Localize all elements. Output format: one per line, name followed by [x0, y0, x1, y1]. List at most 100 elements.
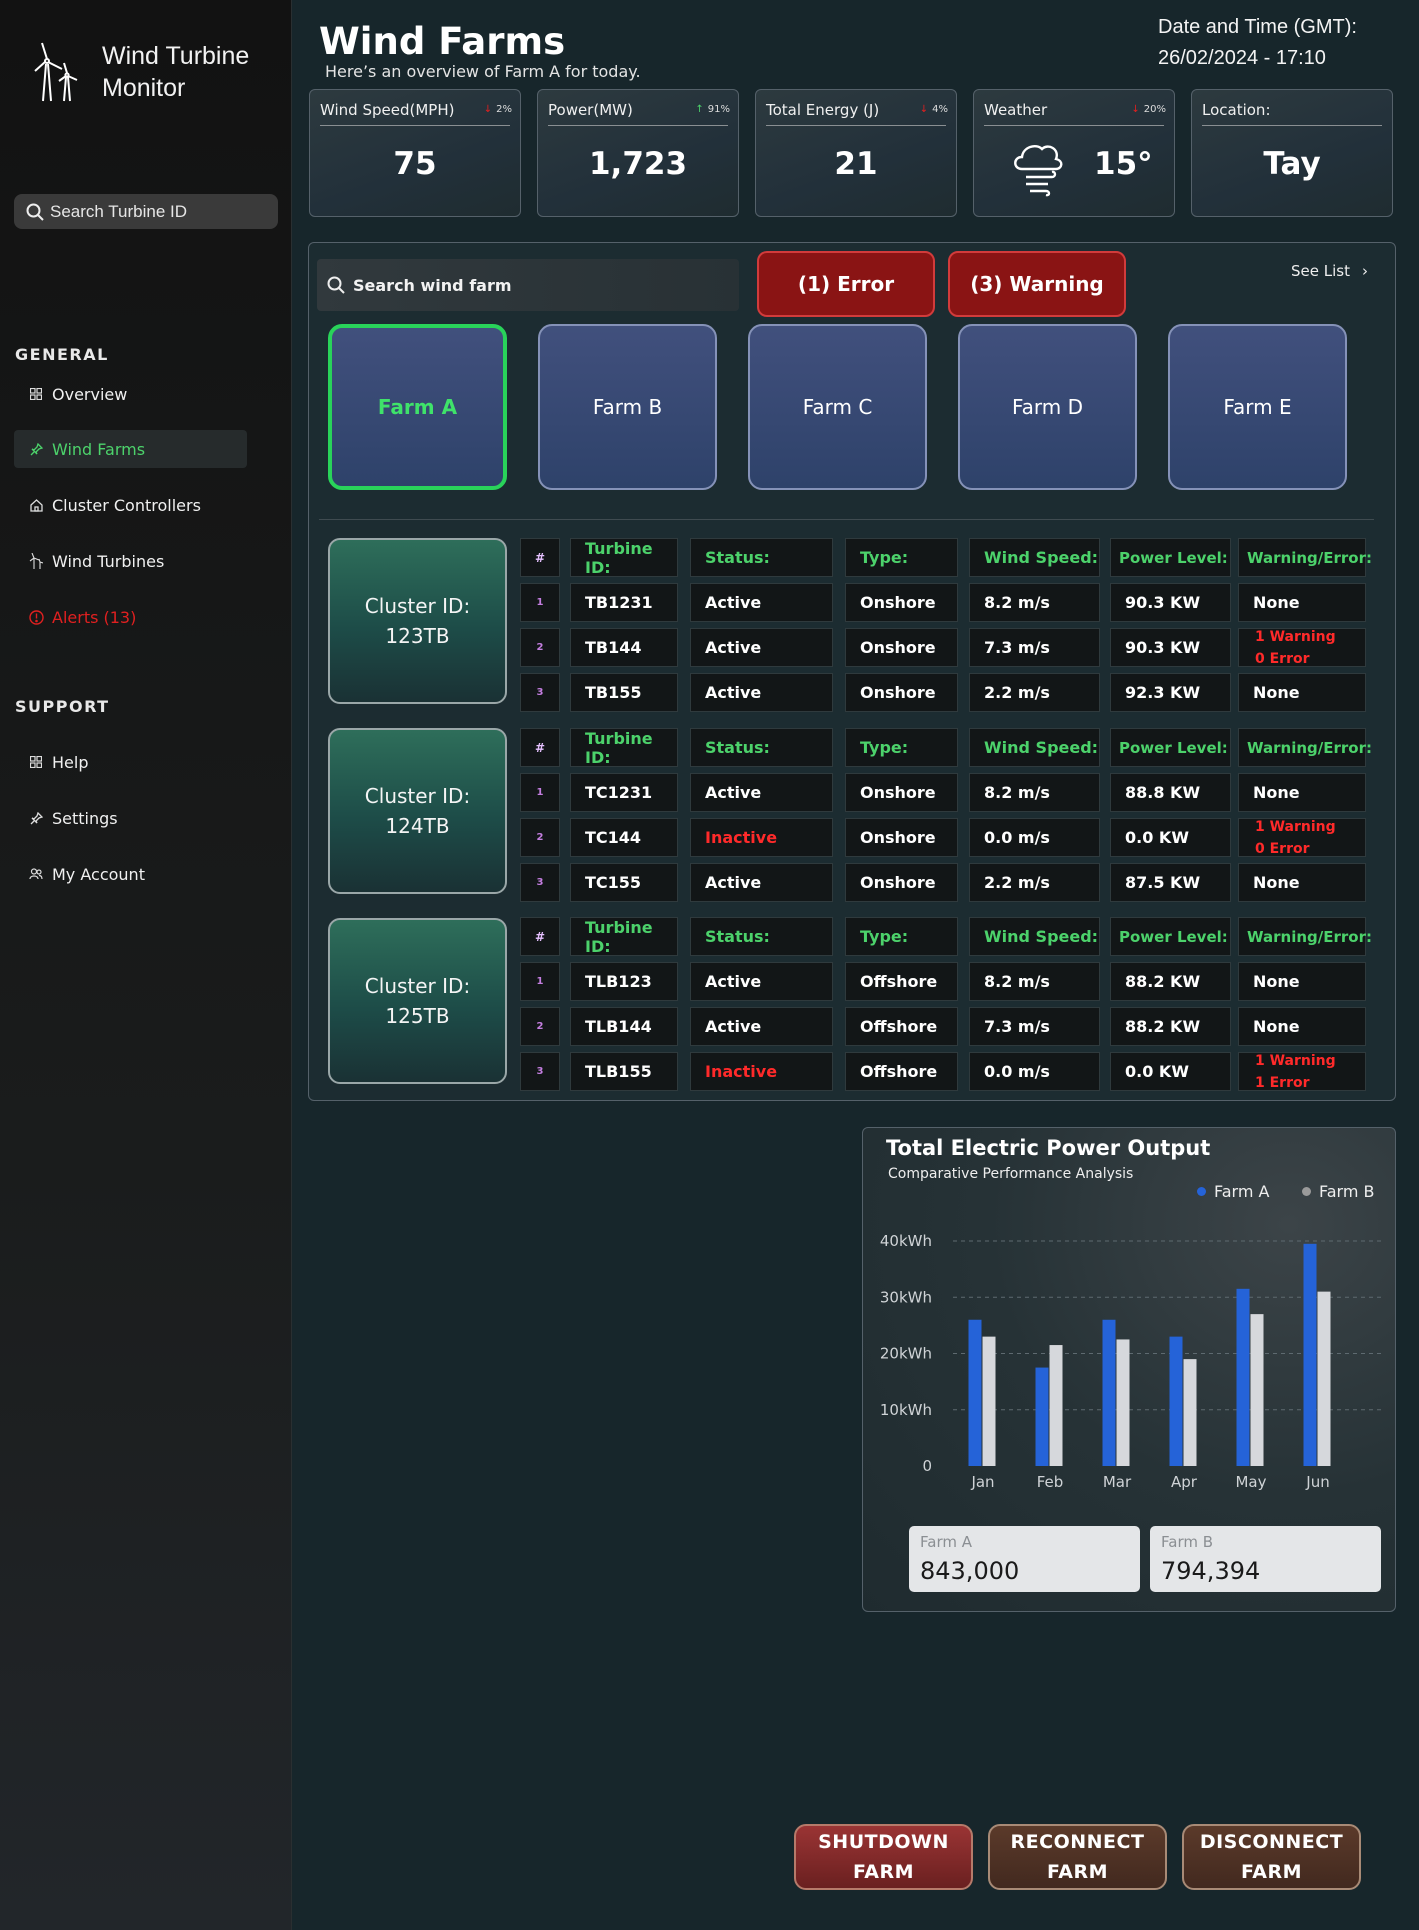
legend-farm-a: Farm A	[1197, 1182, 1269, 1201]
arrow-up-icon: ↑	[695, 104, 704, 115]
stat-change-value: 2%	[496, 104, 512, 115]
table-header-warning-error: Warning/Error:	[1238, 728, 1372, 767]
table-header-type: Type:	[845, 917, 958, 956]
warning-count: 1 Warning	[1255, 818, 1336, 835]
stat-change-value: 20%	[1143, 104, 1166, 115]
wind-turbine-logo-icon	[34, 42, 78, 102]
nav-item-settings[interactable]: Settings	[14, 799, 247, 837]
turbine-icon	[28, 553, 44, 569]
table-header-power-level: Power Level:	[1110, 728, 1231, 767]
table-cell-type: Offshore	[845, 962, 958, 1001]
reconnect-label-line1: RECONNECT	[1010, 1831, 1145, 1853]
cluster-card-125tb[interactable]: Cluster ID: 125TB	[328, 918, 507, 1084]
table-cell-power-level: 0.0 KW	[1110, 818, 1231, 857]
table-cell-turbine-id[interactable]: TC144	[570, 818, 678, 857]
nav-item-help[interactable]: Help	[14, 743, 247, 781]
warning-count: 1 Warning	[1255, 1052, 1336, 1069]
nav-item-wind-turbines[interactable]: Wind Turbines	[14, 542, 247, 580]
bar-farm-b-feb	[1049, 1345, 1063, 1466]
turbine-search-placeholder: Search Turbine ID	[50, 201, 188, 221]
farm-tile-c[interactable]: Farm C	[748, 324, 927, 490]
shutdown-label-line2: FARM	[852, 1861, 915, 1883]
turbine-search-input[interactable]: Search Turbine ID	[14, 194, 278, 229]
table-cell-type: Offshore	[845, 1052, 958, 1091]
table-cell-turbine-id[interactable]: TLB144	[570, 1007, 678, 1046]
nav-item-overview[interactable]: Overview	[14, 375, 247, 413]
stat-change: ↑ 91%	[695, 104, 730, 115]
farm-tile-e[interactable]: Farm E	[1168, 324, 1347, 490]
nav-label-overview: Overview	[52, 384, 128, 404]
table-header-num: #	[520, 917, 560, 956]
table-header-status: Status:	[690, 728, 833, 767]
table-header-turbine-id: Turbine ID:	[570, 728, 678, 767]
farm-tile-d[interactable]: Farm D	[958, 324, 1137, 490]
table-cell-type: Offshore	[845, 1007, 958, 1046]
datetime-value: 26/02/2024 - 17:10	[1158, 47, 1326, 69]
table-cell-turbine-id[interactable]: TB144	[570, 628, 678, 667]
table-header-type: Type:	[845, 538, 958, 577]
cluster-label: Cluster ID:	[364, 594, 471, 618]
warning-filter-button[interactable]: (3) Warning	[948, 251, 1126, 317]
stat-value: 1,723	[588, 146, 688, 182]
nav-item-my-account[interactable]: My Account	[14, 855, 247, 893]
see-list-label: See List	[1291, 262, 1350, 280]
stat-change: ↓ 4%	[920, 104, 948, 115]
table-cell-turbine-id[interactable]: TB1231	[570, 583, 678, 622]
nav-item-alerts[interactable]: Alerts (13)	[14, 598, 247, 636]
bar-farm-b-may	[1250, 1314, 1264, 1466]
wind-farm-search-input[interactable]: Search wind farm	[317, 259, 739, 311]
general-section-label: GENERAL	[15, 345, 109, 364]
datetime-label: Date and Time (GMT):	[1158, 16, 1357, 38]
farm-tile-a[interactable]: Farm A	[328, 324, 507, 490]
arrow-down-icon: ↓	[919, 104, 929, 115]
panel-divider	[319, 519, 1374, 520]
see-list-link[interactable]: See List ›	[1291, 262, 1368, 280]
table-cell-turbine-id[interactable]: TC155	[570, 863, 678, 902]
stat-change-value: 4%	[932, 104, 948, 115]
table-header-wind-speed: Wind Speed:	[969, 538, 1100, 577]
nav-label-cluster-controllers: Cluster Controllers	[52, 495, 201, 515]
nav-item-cluster-controllers[interactable]: Cluster Controllers	[14, 486, 247, 524]
disconnect-farm-button[interactable]: DISCONNECT FARM	[1182, 1824, 1361, 1890]
total-box-farm-a: Farm A 843,000	[909, 1526, 1140, 1592]
legend-farm-b: Farm B	[1302, 1182, 1374, 1201]
table-cell-turbine-id[interactable]: TC1231	[570, 773, 678, 812]
table-cell-turbine-id[interactable]: TB155	[570, 673, 678, 712]
table-cell-type: Onshore	[845, 773, 958, 812]
table-cell-warning-error: None	[1238, 1007, 1366, 1046]
error-filter-button[interactable]: (1) Error	[757, 251, 935, 317]
table-cell-turbine-id[interactable]: TLB155	[570, 1052, 678, 1091]
table-cell-status: Active	[690, 1007, 833, 1046]
datetime: Date and Time (GMT): 26/02/2024 - 17:10	[1158, 12, 1357, 74]
table-cell-warning-error: 1 Warning 0 Error	[1238, 818, 1366, 857]
reconnect-farm-button[interactable]: RECONNECT FARM	[988, 1824, 1167, 1890]
bar-farm-a-jan	[968, 1319, 982, 1466]
table-cell-type: Onshore	[845, 628, 958, 667]
total-box-farm-b: Farm B 794,394	[1150, 1526, 1381, 1592]
shutdown-farm-button[interactable]: SHUTDOWN FARM	[794, 1824, 973, 1890]
y-tick-label: 30kWh	[880, 1288, 932, 1306]
stat-value: 21	[834, 146, 878, 182]
app-title-line1: Wind Turbine	[102, 42, 250, 70]
bar-farm-a-mar	[1102, 1319, 1116, 1466]
table-header-num: #	[520, 538, 560, 577]
table-header-power-level: Power Level:	[1110, 917, 1231, 956]
cluster-id: 124TB	[385, 814, 450, 838]
bar-farm-b-jun	[1317, 1291, 1331, 1466]
nav-item-wind-farms[interactable]: Wind Farms	[14, 430, 247, 468]
table-cell-type: Onshore	[845, 673, 958, 712]
table-header-status: Status:	[690, 538, 833, 577]
brand[interactable]: Wind Turbine Monitor	[32, 40, 249, 104]
cluster-card-124tb[interactable]: Cluster ID: 124TB	[328, 728, 507, 894]
stat-card-total-energy: Total Energy (J) ↓ 4% 21	[755, 89, 957, 217]
table-cell-power-level: 88.2 KW	[1110, 962, 1231, 1001]
legend-label: Farm A	[1214, 1182, 1270, 1201]
table-cell-warning-error: None	[1238, 863, 1366, 902]
table-cell-power-level: 88.2 KW	[1110, 1007, 1231, 1046]
table-cell-wind-speed: 2.2 m/s	[969, 863, 1100, 902]
table-cell-num: 2	[520, 1007, 560, 1046]
cluster-card-123tb[interactable]: Cluster ID: 123TB	[328, 538, 507, 704]
reconnect-label-line2: FARM	[1046, 1861, 1109, 1883]
table-cell-turbine-id[interactable]: TLB123	[570, 962, 678, 1001]
farm-tile-b[interactable]: Farm B	[538, 324, 717, 490]
